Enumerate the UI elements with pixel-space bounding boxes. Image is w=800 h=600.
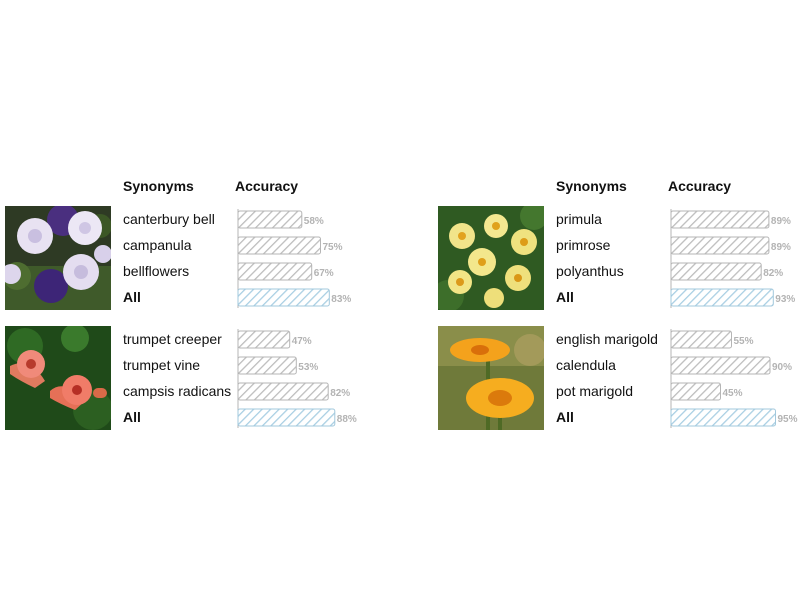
category-label: primula bbox=[556, 211, 602, 227]
synonyms-header: Synonyms bbox=[556, 178, 627, 194]
value-label: 47% bbox=[292, 336, 312, 347]
bar bbox=[670, 382, 721, 401]
category-label: primrose bbox=[556, 237, 611, 253]
bar bbox=[237, 382, 329, 401]
category-label: trumpet vine bbox=[123, 357, 200, 373]
value-label: 82% bbox=[763, 268, 783, 279]
bar bbox=[237, 210, 303, 229]
category-labels: primula primrose polyanthus All bbox=[556, 211, 624, 305]
bar bbox=[670, 210, 770, 229]
category-label: polyanthus bbox=[556, 263, 624, 279]
category-label: bellflowers bbox=[123, 263, 189, 279]
category-label: campanula bbox=[123, 237, 192, 253]
category-label-all: All bbox=[123, 409, 141, 425]
group-canterbury-bell: canterbury bell campanula bellflowers Al… bbox=[5, 206, 395, 310]
bar-all bbox=[670, 288, 774, 307]
category-label: trumpet creeper bbox=[123, 331, 222, 347]
category-labels: english marigold calendula pot marigold … bbox=[556, 331, 658, 425]
group-trumpet-creeper: trumpet creeper trumpet vine campsis rad… bbox=[5, 326, 395, 430]
value-label: 90% bbox=[772, 362, 792, 373]
category-label: english marigold bbox=[556, 331, 658, 347]
value-label: 89% bbox=[771, 216, 791, 227]
accuracy-header: Accuracy bbox=[235, 178, 299, 194]
bar bbox=[237, 330, 291, 349]
value-label: 88% bbox=[337, 414, 357, 425]
left-panel: Synonyms Accuracy canterbury bell campan… bbox=[5, 178, 395, 438]
bar bbox=[237, 356, 297, 375]
bar bbox=[670, 236, 770, 255]
category-label-all: All bbox=[556, 289, 574, 305]
category-labels: trumpet creeper trumpet vine campsis rad… bbox=[123, 331, 231, 425]
value-label: 93% bbox=[775, 294, 795, 305]
value-label: 58% bbox=[304, 216, 324, 227]
value-label: 45% bbox=[723, 388, 743, 399]
category-label: canterbury bell bbox=[123, 211, 215, 227]
bar bbox=[237, 236, 321, 255]
category-label-all: All bbox=[123, 289, 141, 305]
value-label: 75% bbox=[323, 242, 343, 253]
value-label: 83% bbox=[331, 294, 351, 305]
bar bbox=[237, 262, 313, 281]
value-label: 55% bbox=[734, 336, 754, 347]
bar-chart-1: canterbury bell campanula bellflowers Al… bbox=[123, 209, 351, 308]
group-primrose: primula primrose polyanthus All 89% 89% … bbox=[438, 206, 800, 310]
bar-chart-4: english marigold calendula pot marigold … bbox=[556, 329, 798, 428]
bar-chart-3: primula primrose polyanthus All 89% 89% … bbox=[556, 209, 795, 308]
value-label: 82% bbox=[330, 388, 350, 399]
category-label: calendula bbox=[556, 357, 616, 373]
category-label: campsis radicans bbox=[123, 383, 231, 399]
category-label: pot marigold bbox=[556, 383, 633, 399]
group-marigold: english marigold calendula pot marigold … bbox=[438, 326, 800, 430]
bar bbox=[670, 262, 762, 281]
value-label: 67% bbox=[314, 268, 334, 279]
bar-chart-2: trumpet creeper trumpet vine campsis rad… bbox=[123, 329, 357, 428]
value-label: 53% bbox=[298, 362, 318, 373]
category-label-all: All bbox=[556, 409, 574, 425]
value-label: 95% bbox=[778, 414, 798, 425]
synonyms-header: Synonyms bbox=[123, 178, 194, 194]
right-panel: Synonyms Accuracy primula primrose polya… bbox=[438, 178, 800, 438]
bar-all bbox=[237, 288, 330, 307]
bar-all bbox=[670, 408, 776, 427]
bar-all bbox=[237, 408, 336, 427]
category-labels: canterbury bell campanula bellflowers Al… bbox=[123, 211, 215, 305]
bar bbox=[670, 356, 771, 375]
value-label: 89% bbox=[771, 242, 791, 253]
accuracy-header: Accuracy bbox=[668, 178, 732, 194]
bar bbox=[670, 330, 732, 349]
